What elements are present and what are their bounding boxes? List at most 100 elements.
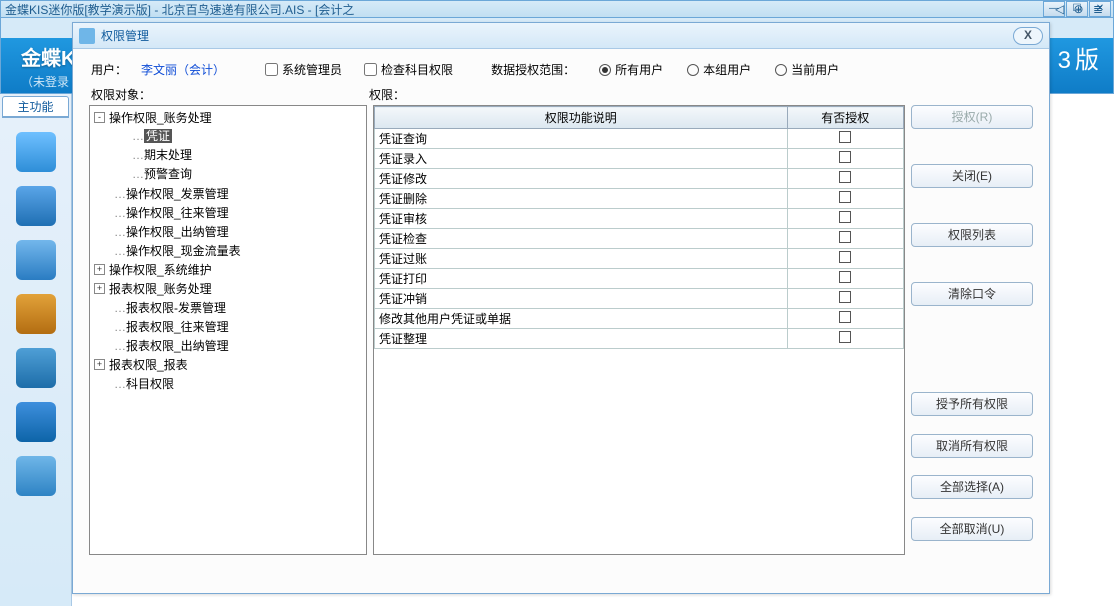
moneybag-icon[interactable] — [16, 294, 56, 334]
permission-tree[interactable]: -操作权限_账务处理 凭证 期末处理 预警查询 操作权限_发票管理 操作权限_往… — [89, 105, 367, 555]
collapse-icon[interactable]: - — [94, 112, 105, 123]
calendar-icon[interactable] — [16, 348, 56, 388]
table-row[interactable]: 凭证整理 — [375, 329, 904, 349]
perm-auth-cell[interactable] — [787, 149, 903, 169]
back-icon[interactable]: ◁ — [1055, 2, 1064, 16]
perm-auth-cell[interactable] — [787, 129, 903, 149]
perm-auth-cell[interactable] — [787, 309, 903, 329]
tree-node[interactable]: 报表权限_出纳管理 — [126, 339, 229, 353]
tree-node[interactable]: 报表权限_账务处理 — [109, 280, 212, 297]
tree-node[interactable]: 报表权限_报表 — [109, 356, 188, 373]
brand-sub: （未登录 — [21, 73, 75, 90]
radio-current-user[interactable]: 当前用户 — [775, 61, 839, 78]
tree-node[interactable]: 操作权限_发票管理 — [126, 187, 229, 201]
tree-node-selected[interactable]: 凭证 — [144, 129, 172, 143]
table-row[interactable]: 凭证审核 — [375, 209, 904, 229]
tree-node[interactable]: 期末处理 — [144, 148, 192, 162]
perm-desc-cell: 凭证查询 — [375, 129, 788, 149]
toolbar-icons: ◁ ⊕ ≣ — [1052, 2, 1106, 16]
tree-node[interactable]: 操作权限_现金流量表 — [126, 244, 241, 258]
book-icon[interactable] — [16, 186, 56, 226]
grant-all-button[interactable]: 授予所有权限 — [911, 392, 1033, 416]
sidebar-tab-main[interactable]: 主功能 — [2, 96, 69, 118]
perm-auth-cell[interactable] — [787, 249, 903, 269]
table-row[interactable]: 凭证修改 — [375, 169, 904, 189]
perm-auth-cell[interactable] — [787, 329, 903, 349]
table-row[interactable]: 凭证删除 — [375, 189, 904, 209]
deselect-all-button[interactable]: 全部取消(U) — [911, 517, 1033, 541]
perm-desc-cell: 凭证修改 — [375, 169, 788, 189]
tree-node[interactable]: 预警查询 — [144, 167, 192, 181]
table-row[interactable]: 凭证录入 — [375, 149, 904, 169]
dialog-icon — [79, 28, 95, 44]
monitor-icon[interactable] — [16, 132, 56, 172]
dialog-close-button[interactable]: X — [1013, 27, 1043, 45]
perm-auth-cell[interactable] — [787, 289, 903, 309]
checkbox-icon[interactable] — [839, 191, 851, 203]
check-subject-checkbox[interactable]: 检查科目权限 — [364, 61, 453, 78]
dialog-top-row: 用户： 李文丽（会计） 系统管理员 检查科目权限 数据授权范围： 所有用户 本组… — [73, 49, 1049, 86]
perm-auth-cell[interactable] — [787, 229, 903, 249]
table-row[interactable]: 修改其他用户凭证或单据 — [375, 309, 904, 329]
radio-group-users[interactable]: 本组用户 — [687, 61, 751, 78]
tree-node[interactable]: 操作权限_出纳管理 — [126, 225, 229, 239]
sidebar: 主功能 — [0, 94, 72, 606]
perm-auth-cell[interactable] — [787, 189, 903, 209]
perm-auth-cell[interactable] — [787, 269, 903, 289]
range-label: 数据授权范围： — [491, 61, 575, 78]
checkbox-icon[interactable] — [839, 271, 851, 283]
dialog-title: 权限管理 — [101, 27, 149, 44]
expand-icon[interactable]: + — [94, 283, 105, 294]
perm-desc-cell: 修改其他用户凭证或单据 — [375, 309, 788, 329]
folder-icon[interactable] — [16, 240, 56, 280]
checkbox-icon[interactable] — [839, 331, 851, 343]
perm-desc-cell: 凭证整理 — [375, 329, 788, 349]
app-title: 金蝶KIS迷你版[教学演示版] - 北京百鸟速递有限公司.AIS - [会计之 — [5, 1, 354, 18]
perm-list-button[interactable]: 权限列表 — [911, 223, 1033, 247]
permission-table[interactable]: 权限功能说明 有否授权 凭证查询凭证录入凭证修改凭证删除凭证审核凭证检查凭证过账… — [373, 105, 905, 555]
tools-icon[interactable] — [16, 402, 56, 442]
checkbox-icon[interactable] — [839, 231, 851, 243]
tree-node[interactable]: 操作权限_往来管理 — [126, 206, 229, 220]
expand-icon[interactable]: + — [94, 264, 105, 275]
checkbox-icon[interactable] — [839, 251, 851, 263]
table-row[interactable]: 凭证检查 — [375, 229, 904, 249]
checkbox-icon[interactable] — [839, 311, 851, 323]
dialog-titlebar: 权限管理 X — [73, 23, 1049, 49]
balloon-icon[interactable]: ⊕ — [1074, 2, 1084, 16]
perm-auth-cell[interactable] — [787, 169, 903, 189]
permission-dialog: 权限管理 X 用户： 李文丽（会计） 系统管理员 检查科目权限 数据授权范围： … — [72, 22, 1050, 594]
tree-node[interactable]: 操作权限_账务处理 — [109, 109, 212, 126]
clear-password-button[interactable]: 清除口令 — [911, 282, 1033, 306]
checkbox-icon[interactable] — [839, 151, 851, 163]
table-row[interactable]: 凭证打印 — [375, 269, 904, 289]
tree-node[interactable]: 报表权限-发票管理 — [126, 301, 226, 315]
tree-node[interactable]: 报表权限_往来管理 — [126, 320, 229, 334]
table-row[interactable]: 凭证过账 — [375, 249, 904, 269]
report-icon[interactable] — [16, 456, 56, 496]
label-object: 权限对象： — [91, 86, 369, 103]
col-auth: 有否授权 — [787, 107, 903, 129]
banner-right: 3版 — [1058, 40, 1103, 75]
close-button[interactable]: 关闭(E) — [911, 164, 1033, 188]
perm-desc-cell: 凭证打印 — [375, 269, 788, 289]
checkbox-icon[interactable] — [839, 211, 851, 223]
note-icon[interactable]: ≣ — [1093, 2, 1103, 16]
perm-desc-cell: 凭证检查 — [375, 229, 788, 249]
checkbox-icon[interactable] — [839, 291, 851, 303]
perm-auth-cell[interactable] — [787, 209, 903, 229]
table-row[interactable]: 凭证查询 — [375, 129, 904, 149]
perm-desc-cell: 凭证审核 — [375, 209, 788, 229]
select-all-button[interactable]: 全部选择(A) — [911, 475, 1033, 499]
authorize-button[interactable]: 授权(R) — [911, 105, 1033, 129]
table-row[interactable]: 凭证冲销 — [375, 289, 904, 309]
revoke-all-button[interactable]: 取消所有权限 — [911, 434, 1033, 458]
checkbox-icon[interactable] — [839, 131, 851, 143]
checkbox-icon[interactable] — [839, 171, 851, 183]
tree-node[interactable]: 操作权限_系统维护 — [109, 261, 212, 278]
sysadmin-checkbox[interactable]: 系统管理员 — [265, 61, 342, 78]
expand-icon[interactable]: + — [94, 359, 105, 370]
app-titlebar: 金蝶KIS迷你版[教学演示版] - 北京百鸟速递有限公司.AIS - [会计之 … — [0, 0, 1114, 18]
radio-all-users[interactable]: 所有用户 — [599, 61, 663, 78]
tree-node[interactable]: 科目权限 — [126, 377, 174, 391]
